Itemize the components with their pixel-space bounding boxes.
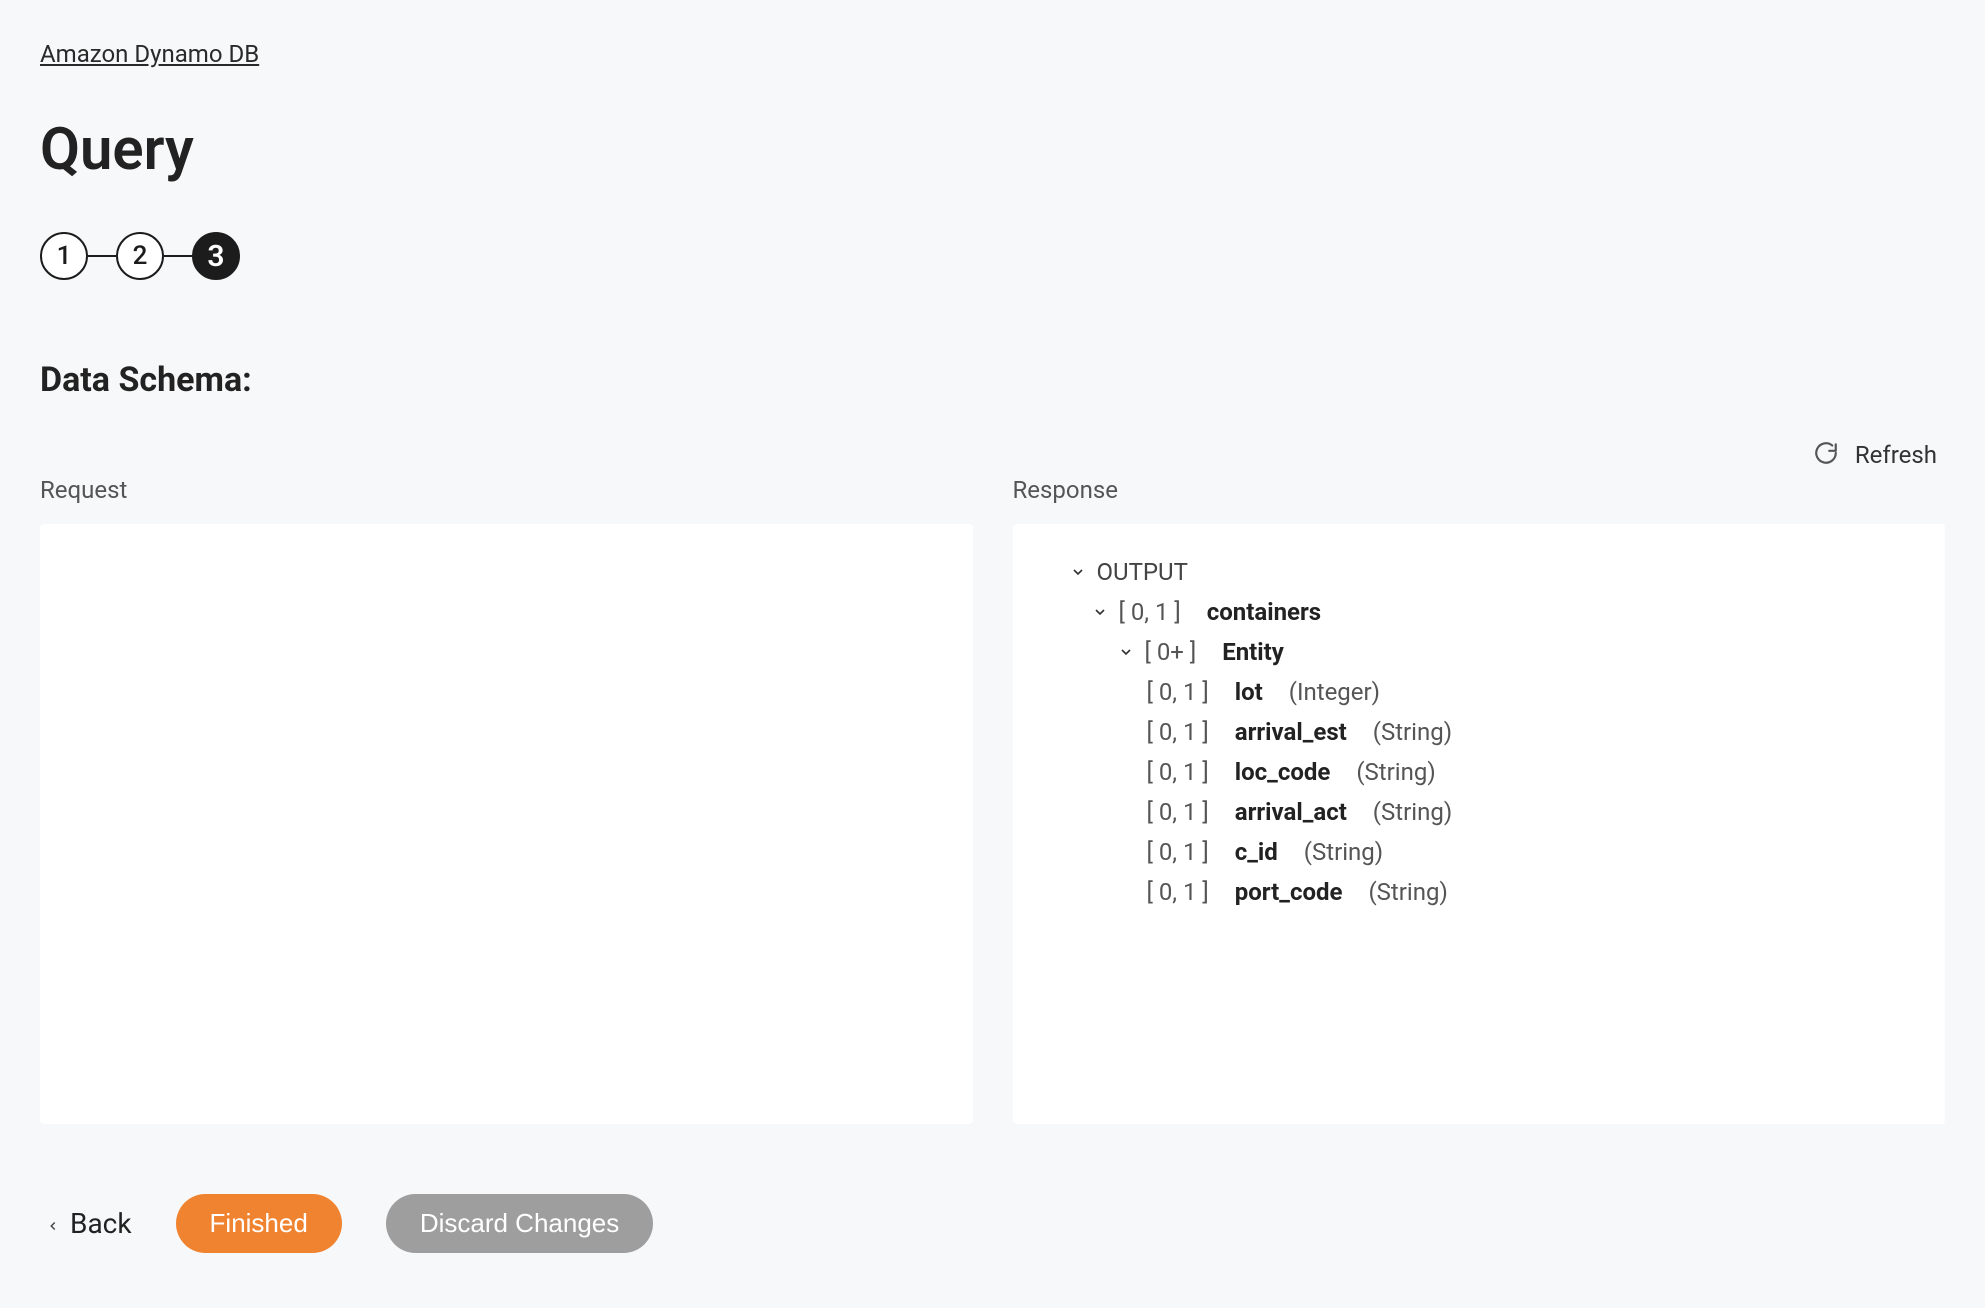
field-type: (Integer)	[1289, 678, 1380, 706]
field-name: Entity	[1222, 638, 1284, 666]
field-type: (String)	[1373, 718, 1452, 746]
tree-node-containers[interactable]: [ 0, 1 ] containers	[1041, 592, 1918, 632]
tree-node-label: OUTPUT	[1097, 558, 1188, 586]
tree-field-port-code[interactable]: [ 0, 1 ] port_code (String)	[1041, 872, 1918, 912]
cardinality: [ 0+ ]	[1145, 638, 1197, 666]
tree-field-lot[interactable]: [ 0, 1 ] lot (Integer)	[1041, 672, 1918, 712]
request-panel[interactable]	[40, 524, 973, 1124]
finished-button[interactable]: Finished	[176, 1194, 342, 1253]
field-name: port_code	[1235, 878, 1343, 906]
tree-node-output[interactable]: OUTPUT	[1041, 552, 1918, 592]
field-type: (String)	[1368, 878, 1447, 906]
field-name: arrival_act	[1235, 798, 1347, 826]
back-label: Back	[70, 1207, 132, 1240]
chevron-down-icon[interactable]	[1117, 643, 1135, 661]
tree-field-arrival-act[interactable]: [ 0, 1 ] arrival_act (String)	[1041, 792, 1918, 832]
discard-button[interactable]: Discard Changes	[386, 1194, 653, 1253]
cardinality: [ 0, 1 ]	[1147, 838, 1209, 866]
chevron-left-icon	[46, 1207, 60, 1240]
breadcrumb-link[interactable]: Amazon Dynamo DB	[40, 40, 259, 68]
field-type: (String)	[1356, 758, 1435, 786]
refresh-label: Refresh	[1855, 441, 1937, 469]
cardinality: [ 0, 1 ]	[1147, 678, 1209, 706]
request-panel-label: Request	[40, 476, 973, 504]
field-type: (String)	[1304, 838, 1383, 866]
field-name: lot	[1235, 678, 1263, 706]
refresh-icon	[1813, 440, 1839, 470]
cardinality: [ 0, 1 ]	[1147, 758, 1209, 786]
step-connector	[164, 255, 192, 257]
page-title: Query	[40, 116, 1945, 184]
step-1[interactable]: 1	[40, 232, 88, 280]
chevron-down-icon[interactable]	[1091, 603, 1109, 621]
stepper: 1 2 3	[40, 232, 1945, 280]
field-name: arrival_est	[1235, 718, 1347, 746]
step-connector	[88, 255, 116, 257]
field-name: c_id	[1235, 838, 1278, 866]
tree-node-entity[interactable]: [ 0+ ] Entity	[1041, 632, 1918, 672]
step-3[interactable]: 3	[192, 232, 240, 280]
field-name: containers	[1207, 598, 1321, 626]
section-heading: Data Schema:	[40, 360, 1945, 400]
chevron-down-icon[interactable]	[1069, 563, 1087, 581]
tree-field-loc-code[interactable]: [ 0, 1 ] loc_code (String)	[1041, 752, 1918, 792]
field-type: (String)	[1373, 798, 1452, 826]
step-2[interactable]: 2	[116, 232, 164, 280]
tree-field-arrival-est[interactable]: [ 0, 1 ] arrival_est (String)	[1041, 712, 1918, 752]
field-name: loc_code	[1235, 758, 1331, 786]
cardinality: [ 0, 1 ]	[1147, 878, 1209, 906]
response-panel[interactable]: OUTPUT [ 0, 1 ] containers [ 0+ ]	[1013, 524, 1946, 1124]
response-panel-label: Response	[1013, 476, 1946, 504]
tree-field-c-id[interactable]: [ 0, 1 ] c_id (String)	[1041, 832, 1918, 872]
cardinality: [ 0, 1 ]	[1119, 598, 1181, 626]
back-button[interactable]: Back	[46, 1207, 132, 1240]
cardinality: [ 0, 1 ]	[1147, 718, 1209, 746]
cardinality: [ 0, 1 ]	[1147, 798, 1209, 826]
refresh-button[interactable]: Refresh	[40, 440, 1945, 470]
